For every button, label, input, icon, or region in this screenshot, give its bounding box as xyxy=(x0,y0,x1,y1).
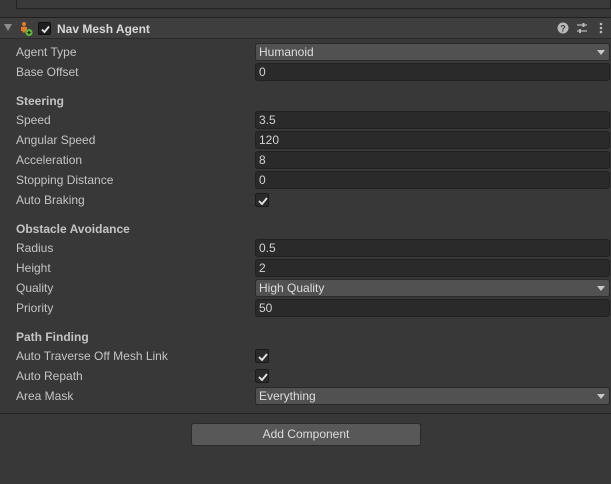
agent-type-dropdown[interactable]: Humanoid xyxy=(255,43,610,61)
quality-row: Quality High Quality xyxy=(0,278,611,298)
auto-repath-label: Auto Repath xyxy=(16,369,83,383)
priority-label: Priority xyxy=(16,301,54,315)
dropdown-arrow-icon xyxy=(597,286,605,291)
acceleration-field[interactable]: 8 xyxy=(255,151,610,169)
angular-speed-field[interactable]: 120 xyxy=(255,131,610,149)
foldout-arrow-icon[interactable] xyxy=(4,24,12,31)
acceleration-row: Acceleration 8 xyxy=(0,150,611,170)
nav-mesh-agent-icon xyxy=(21,22,33,36)
more-menu-icon[interactable] xyxy=(594,21,608,35)
preset-icon[interactable] xyxy=(575,21,589,35)
stopping-distance-row: Stopping Distance 0 xyxy=(0,170,611,190)
radius-field[interactable]: 0.5 xyxy=(255,239,610,257)
area-mask-dropdown[interactable]: Everything xyxy=(255,387,610,405)
help-icon[interactable]: ? xyxy=(556,21,570,35)
base-offset-field[interactable]: 0 xyxy=(255,63,610,81)
base-offset-row: Base Offset 0 xyxy=(0,62,611,82)
add-component-button[interactable]: Add Component xyxy=(191,423,421,446)
base-offset-label: Base Offset xyxy=(16,65,79,79)
height-row: Height 2 xyxy=(0,258,611,278)
radius-row: Radius 0.5 xyxy=(0,238,611,258)
stopping-distance-field[interactable]: 0 xyxy=(255,171,610,189)
auto-braking-checkbox[interactable] xyxy=(255,193,269,207)
checkmark-icon xyxy=(258,373,268,382)
auto-traverse-row: Auto Traverse Off Mesh Link xyxy=(0,346,611,366)
agent-type-row: Agent Type Humanoid xyxy=(0,42,611,62)
dropdown-arrow-icon xyxy=(597,394,605,399)
auto-braking-label: Auto Braking xyxy=(16,193,85,207)
component-title: Nav Mesh Agent xyxy=(57,22,150,36)
previous-component-edge xyxy=(0,0,611,16)
path-finding-heading: Path Finding xyxy=(16,330,89,344)
priority-row: Priority 50 xyxy=(0,298,611,318)
quality-label: Quality xyxy=(16,281,54,295)
priority-field[interactable]: 50 xyxy=(255,299,610,317)
checkmark-icon xyxy=(258,197,268,206)
area-mask-row: Area Mask Everything xyxy=(0,386,611,406)
dropdown-arrow-icon xyxy=(597,50,605,55)
previous-component-frame xyxy=(16,0,611,9)
agent-type-label: Agent Type xyxy=(16,45,77,59)
speed-field[interactable]: 3.5 xyxy=(255,111,610,129)
acceleration-label: Acceleration xyxy=(16,153,83,167)
angular-speed-label: Angular Speed xyxy=(16,133,96,147)
agent-type-value: Humanoid xyxy=(259,45,314,59)
checkmark-icon xyxy=(41,25,50,34)
stopping-distance-label: Stopping Distance xyxy=(16,173,114,187)
auto-traverse-label: Auto Traverse Off Mesh Link xyxy=(16,349,168,363)
auto-repath-checkbox[interactable] xyxy=(255,369,269,383)
checkmark-icon xyxy=(258,353,268,362)
auto-repath-row: Auto Repath xyxy=(0,366,611,386)
height-label: Height xyxy=(16,261,51,275)
quality-dropdown[interactable]: High Quality xyxy=(255,279,610,297)
quality-value: High Quality xyxy=(259,281,325,295)
steering-heading: Steering xyxy=(16,94,65,108)
radius-label: Radius xyxy=(16,241,54,255)
auto-traverse-checkbox[interactable] xyxy=(255,349,269,363)
svg-text:?: ? xyxy=(560,24,566,34)
auto-braking-row: Auto Braking xyxy=(0,190,611,210)
area-mask-value: Everything xyxy=(259,389,316,403)
component-header[interactable]: Nav Mesh Agent ? xyxy=(0,17,611,39)
angular-speed-row: Angular Speed 120 xyxy=(0,130,611,150)
obstacle-avoidance-heading: Obstacle Avoidance xyxy=(16,222,130,236)
speed-row: Speed 3.5 xyxy=(0,110,611,130)
height-field[interactable]: 2 xyxy=(255,259,610,277)
component-enabled-checkbox[interactable] xyxy=(38,22,51,35)
speed-label: Speed xyxy=(16,113,51,127)
area-mask-label: Area Mask xyxy=(16,389,74,403)
